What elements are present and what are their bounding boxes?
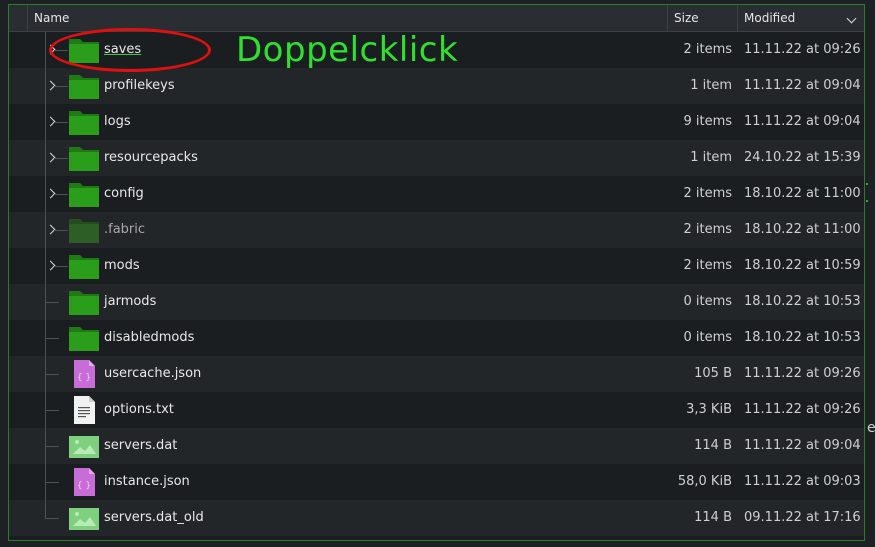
- file-modified: 09.11.22 at 17:16: [744, 510, 861, 525]
- file-modified: 18.10.22 at 10:53: [744, 330, 861, 345]
- folder-icon: [68, 179, 100, 209]
- file-name: instance.json: [104, 474, 190, 489]
- json-file-icon: { }: [68, 359, 100, 389]
- annotation-ellipse: [49, 28, 211, 72]
- edge-accent-mark: [866, 200, 868, 202]
- file-row[interactable]: config 2 items 18.10.22 at 11:00: [9, 176, 864, 212]
- file-size: 0 items: [683, 294, 732, 309]
- file-name: profilekeys: [104, 78, 175, 93]
- file-row[interactable]: { } instance.json 58,0 KiB 11.11.22 at 09:0…: [9, 464, 864, 500]
- file-size: 2 items: [683, 42, 732, 57]
- folder-icon: [68, 107, 100, 137]
- file-name: config: [104, 186, 144, 201]
- column-modified-label: Modified: [744, 11, 796, 25]
- edge-partial-text: e: [867, 420, 875, 436]
- file-name: jarmods: [104, 294, 157, 309]
- tree-line: [45, 338, 59, 339]
- tree-line: [54, 266, 68, 267]
- file-modified: 11.11.22 at 09:04: [744, 78, 861, 93]
- annotation-label: Doppelcklick: [236, 30, 459, 70]
- file-size: 9 items: [683, 114, 732, 129]
- file-row[interactable]: servers.dat 114 B 11.11.22 at 09:04: [9, 428, 864, 464]
- file-row[interactable]: profilekeys 1 item 11.11.22 at 09:04: [9, 68, 864, 104]
- file-row[interactable]: resourcepacks 1 item 24.10.22 at 15:39: [9, 140, 864, 176]
- tree-line: [54, 158, 68, 159]
- file-modified: 18.10.22 at 10:53: [744, 294, 861, 309]
- file-row[interactable]: mods 2 items 18.10.22 at 10:59: [9, 248, 864, 284]
- file-name: disabledmods: [104, 330, 195, 345]
- tree-line: [45, 302, 59, 303]
- file-name: resourcepacks: [104, 150, 198, 165]
- file-modified: 18.10.22 at 11:00: [744, 222, 861, 237]
- svg-text:{ }: { }: [77, 373, 91, 383]
- file-row[interactable]: .fabric 2 items 18.10.22 at 11:00: [9, 212, 864, 248]
- tree-line: [45, 446, 59, 447]
- file-name: servers.dat_old: [104, 510, 204, 525]
- tree-line: [45, 374, 59, 375]
- sort-chevron-down-icon[interactable]: [846, 13, 857, 24]
- file-size: 3,3 KiB: [686, 402, 732, 417]
- file-row[interactable]: { } usercache.json 105 B 11.11.22 at 09:26: [9, 356, 864, 392]
- file-modified: 18.10.22 at 10:59: [744, 258, 861, 273]
- file-size: 1 item: [690, 78, 732, 93]
- text-file-icon: [68, 395, 100, 425]
- file-row[interactable]: options.txt 3,3 KiB 11.11.22 at 09:26: [9, 392, 864, 428]
- edge-accent-mark: [866, 183, 868, 185]
- file-view: Name Size Modified saves 2 items 11.11.22 …: [8, 4, 865, 541]
- json-file-icon: { }: [68, 467, 100, 497]
- tree-line: [54, 230, 68, 231]
- column-name-label: Name: [34, 11, 70, 25]
- file-row[interactable]: servers.dat_old 114 B 09.11.22 at 17:16: [9, 500, 864, 536]
- column-size-header[interactable]: Size: [667, 5, 737, 31]
- file-size: 114 B: [694, 438, 732, 453]
- file-name: mods: [104, 258, 140, 273]
- file-list: saves 2 items 11.11.22 at 09:26 profilekeys…: [9, 32, 864, 536]
- tree-line: [54, 122, 68, 123]
- folder-icon: [68, 143, 100, 173]
- file-modified: 11.11.22 at 09:04: [744, 114, 861, 129]
- file-size: 58,0 KiB: [677, 474, 732, 489]
- file-name: usercache.json: [104, 366, 202, 381]
- file-size: 0 items: [683, 330, 732, 345]
- file-modified: 11.11.22 at 09:04: [744, 438, 861, 453]
- file-row[interactable]: disabledmods 0 items 18.10.22 at 10:53: [9, 320, 864, 356]
- file-row[interactable]: logs 9 items 11.11.22 at 09:04: [9, 104, 864, 140]
- folder-icon: [68, 323, 100, 353]
- file-modified: 24.10.22 at 15:39: [744, 150, 861, 165]
- file-modified: 11.11.22 at 09:26: [744, 42, 861, 57]
- file-size: 2 items: [683, 222, 732, 237]
- image-file-icon: [68, 431, 100, 461]
- file-name: options.txt: [104, 402, 174, 417]
- tree-line: [45, 518, 59, 519]
- folder-icon: [68, 251, 100, 281]
- tree-line: [45, 482, 59, 483]
- column-size-label: Size: [674, 11, 699, 25]
- file-size: 114 B: [694, 510, 732, 525]
- file-modified: 11.11.22 at 09:03: [744, 474, 861, 489]
- file-name: servers.dat: [104, 438, 178, 453]
- file-name: .fabric: [104, 222, 146, 237]
- file-size: 1 item: [690, 150, 732, 165]
- tree-line: [54, 86, 68, 87]
- file-size: 2 items: [683, 186, 732, 201]
- file-row[interactable]: jarmods 0 items 18.10.22 at 10:53: [9, 284, 864, 320]
- tree-line: [45, 410, 59, 411]
- tree-line: [45, 500, 46, 518]
- file-size: 105 B: [694, 366, 732, 381]
- column-modified-header[interactable]: Modified: [737, 5, 864, 31]
- file-name: logs: [104, 114, 131, 129]
- file-modified: 11.11.22 at 09:26: [744, 366, 861, 381]
- image-file-icon: [68, 503, 100, 533]
- file-modified: 18.10.22 at 11:00: [744, 186, 861, 201]
- tree-line: [54, 194, 68, 195]
- file-size: 2 items: [683, 258, 732, 273]
- folder-icon: [68, 71, 100, 101]
- folder-hidden-icon: [68, 215, 100, 245]
- file-modified: 11.11.22 at 09:26: [744, 402, 861, 417]
- folder-icon: [68, 287, 100, 317]
- svg-text:{ }: { }: [77, 481, 91, 491]
